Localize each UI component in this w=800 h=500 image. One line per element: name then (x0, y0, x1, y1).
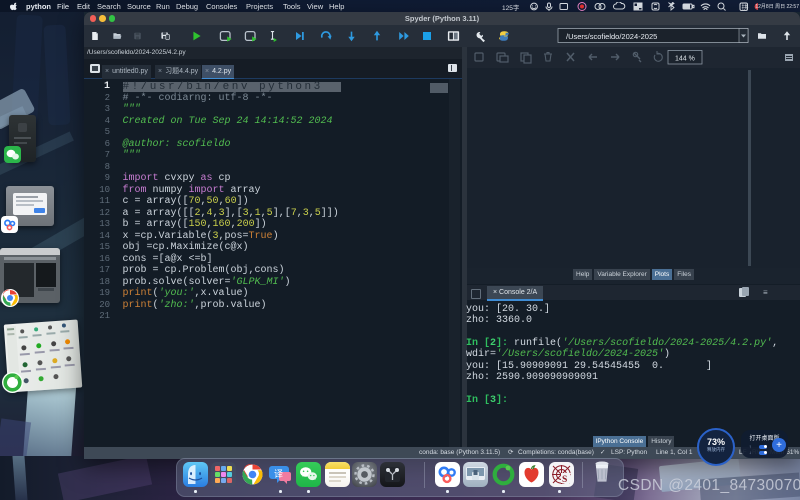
svg-text:144 %: 144 % (675, 56, 695, 63)
svg-text:S: S (562, 475, 567, 485)
svg-text:拼: 拼 (742, 3, 749, 12)
svg-text:/Users/scofieldo/2024-2025: /Users/scofieldo/2024-2025 (566, 32, 657, 41)
svg-text:译: 译 (274, 469, 283, 479)
